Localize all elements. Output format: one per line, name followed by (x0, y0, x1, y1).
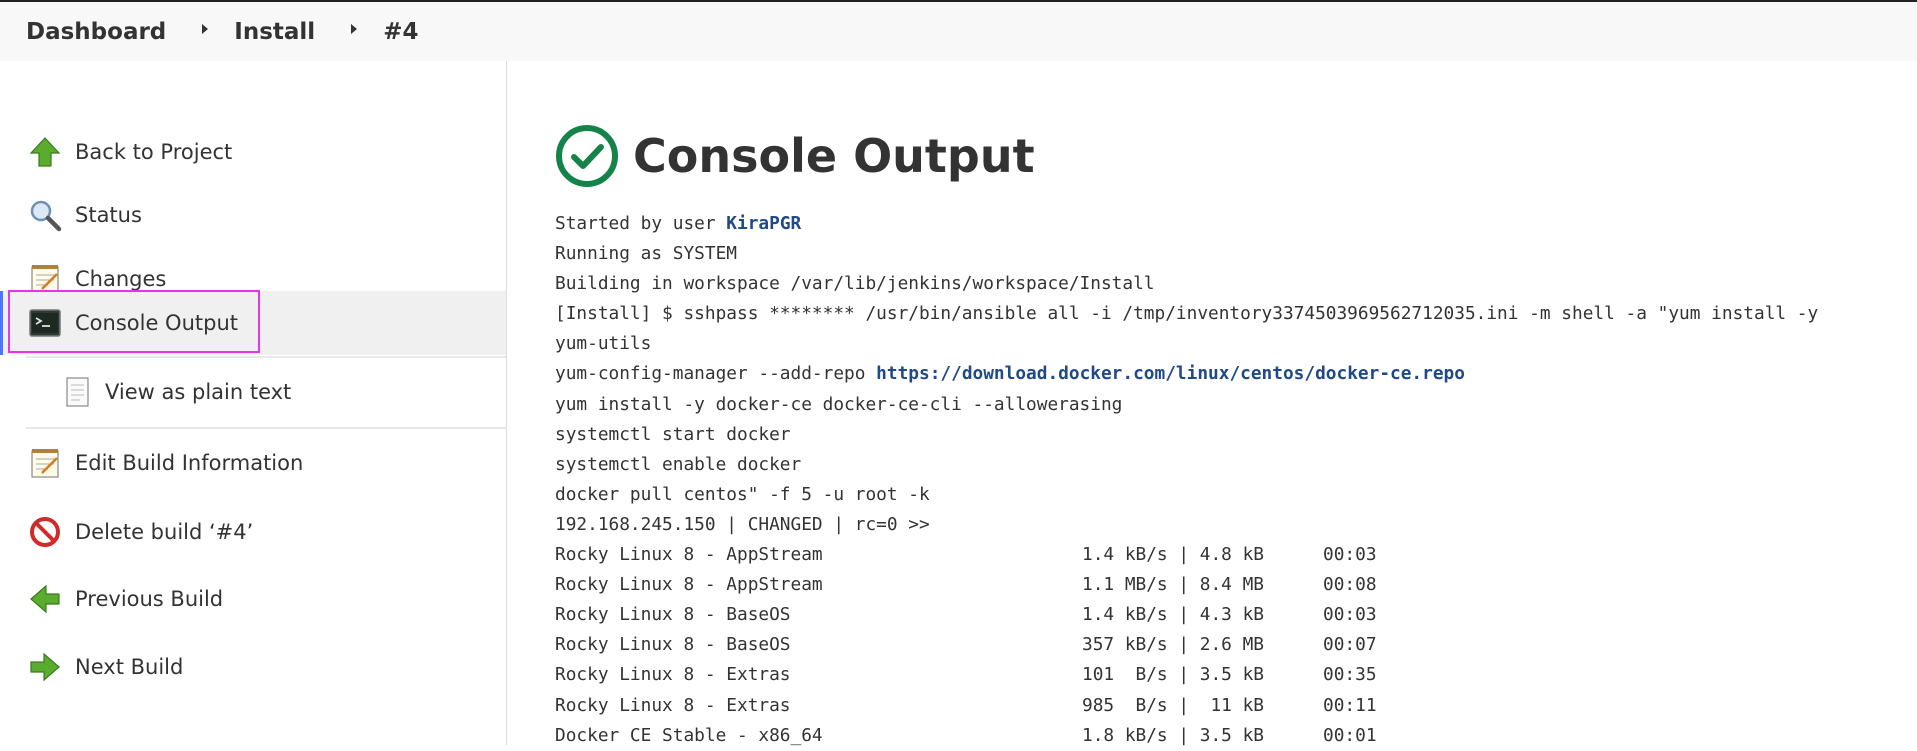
download-line: Rocky Linux 8 - AppStream 1.4 kB/s | 4.8 … (555, 540, 1818, 570)
no-entry-icon (30, 517, 60, 547)
download-repo-name: Rocky Linux 8 - AppStream (555, 544, 823, 566)
breadcrumb-build-4[interactable]: #4 (383, 19, 418, 45)
success-check-icon (556, 125, 618, 187)
sidebar-item-label: Delete build ‘#4’ (75, 520, 254, 544)
user-link[interactable]: KiraPGR (726, 213, 801, 234)
console-line: systemctl start docker (555, 423, 791, 445)
active-indicator (0, 291, 3, 355)
sidebar-item-label: Edit Build Information (75, 451, 304, 475)
breadcrumb-install[interactable]: Install (234, 19, 315, 45)
right-arrow-icon (30, 652, 60, 682)
sidebar: Back to Project Status Changes Console O… (0, 61, 507, 745)
page-heading: Console Output (555, 124, 1035, 188)
console-text: Started by user (555, 213, 727, 234)
sidebar-item-back-to-project[interactable]: Back to Project (0, 120, 506, 184)
download-repo-name: Rocky Linux 8 - AppStream (555, 574, 823, 596)
console-line: docker pull centos" -f 5 -u root -k (555, 483, 930, 505)
breadcrumb-dashboard[interactable]: Dashboard (26, 19, 166, 45)
download-rate: 1.4 kB/s | 4.3 kB (1082, 604, 1264, 626)
sidebar-item-next-build[interactable]: Next Build (0, 635, 506, 699)
left-arrow-icon (30, 584, 60, 614)
download-repo-name: Rocky Linux 8 - Extras (555, 694, 791, 716)
console-output: Started by user KiraPGR Running as SYSTEM… (555, 209, 1818, 751)
sidebar-item-label: Changes (75, 267, 167, 291)
sidebar-item-label: View as plain text (105, 380, 292, 404)
console-line: Building in workspace /var/lib/jenkins/w… (555, 273, 1155, 295)
breadcrumb-chevron-icon[interactable] (351, 23, 358, 34)
download-repo-name: Rocky Linux 8 - BaseOS (555, 634, 791, 656)
download-line: Rocky Linux 8 - Extras 985 B/s | 11 kB 00:… (555, 691, 1818, 721)
console-line: yum-utils (555, 333, 652, 355)
console-line: 192.168.245.150 | CHANGED | rc=0 >> (555, 513, 930, 535)
download-repo-name: Rocky Linux 8 - BaseOS (555, 604, 791, 626)
divider (26, 427, 506, 429)
download-time: 00:08 (1323, 574, 1377, 596)
sidebar-item-console-output[interactable]: Console Output (0, 291, 506, 355)
main-content: Console Output Started by user KiraPGR Ru… (507, 61, 1917, 746)
download-rate: 101 B/s | 3.5 kB (1082, 664, 1264, 686)
console-line: systemctl enable docker (555, 453, 802, 475)
sidebar-item-previous-build[interactable]: Previous Build (0, 567, 506, 631)
download-time: 00:01 (1323, 724, 1377, 746)
console-line: Started by user KiraPGR (555, 209, 1818, 239)
repo-link[interactable]: https://download.docker.com/linux/centos… (876, 363, 1465, 384)
download-rate: 1.1 MB/s | 8.4 MB (1082, 574, 1264, 596)
download-line: Rocky Linux 8 - AppStream 1.1 MB/s | 8.4 … (555, 570, 1818, 600)
sidebar-item-label: Next Build (75, 655, 184, 679)
console-text: yum-config-manager --add-repo (555, 363, 877, 385)
console-line: yum-config-manager --add-repo https://do… (555, 359, 1818, 389)
sidebar-item-status[interactable]: Status (0, 183, 506, 247)
sidebar-item-label: Previous Build (75, 587, 224, 611)
download-repo-name: Rocky Linux 8 - Extras (555, 664, 791, 686)
download-line: Docker CE Stable - x86_64 1.8 kB/s | 3.5 … (555, 721, 1818, 751)
download-time: 00:11 (1323, 694, 1377, 716)
download-time: 00:03 (1323, 604, 1377, 626)
console-line: [Install] $ sshpass ******** /usr/bin/an… (555, 303, 1819, 325)
download-time: 00:03 (1323, 544, 1377, 566)
download-time: 00:35 (1323, 664, 1377, 686)
sidebar-item-label: Status (75, 203, 142, 227)
download-line: Rocky Linux 8 - BaseOS 1.4 kB/s | 4.3 kB 0… (555, 600, 1818, 630)
sidebar-item-label: Console Output (75, 311, 238, 335)
download-rate: 985 B/s | 11 kB (1082, 694, 1264, 716)
download-time: 00:07 (1323, 634, 1377, 656)
sidebar-item-view-as-plain-text[interactable]: View as plain text (0, 360, 506, 424)
document-icon (66, 377, 89, 407)
download-rate: 1.4 kB/s | 4.8 kB (1082, 544, 1264, 566)
sidebar-item-edit-build-information[interactable]: Edit Build Information (0, 431, 506, 495)
download-rate: 357 kB/s | 2.6 MB (1082, 634, 1264, 656)
up-arrow-icon (29, 137, 61, 167)
breadcrumb: Dashboard Install #4 (0, 2, 1917, 61)
divider (26, 356, 506, 358)
breadcrumb-chevron-icon[interactable] (202, 23, 209, 34)
download-lines: Rocky Linux 8 - AppStream 1.4 kB/s | 4.8 … (555, 540, 1818, 751)
sidebar-item-delete-build[interactable]: Delete build ‘#4’ (0, 500, 506, 564)
download-line: Rocky Linux 8 - Extras 101 B/s | 3.5 kB 00… (555, 660, 1818, 690)
download-line: Rocky Linux 8 - BaseOS 357 kB/s | 2.6 MB 0… (555, 630, 1818, 660)
magnifier-icon (30, 200, 62, 232)
console-line: yum install -y docker-ce docker-ce-cli -… (555, 393, 1123, 415)
notepad-icon (31, 449, 59, 478)
terminal-icon (29, 309, 61, 337)
download-rate: 1.8 kB/s | 3.5 kB (1082, 724, 1264, 746)
sidebar-item-label: Back to Project (75, 140, 233, 164)
console-line: Running as SYSTEM (555, 243, 737, 265)
page-title: Console Output (633, 129, 1035, 183)
download-repo-name: Docker CE Stable - x86_64 (555, 724, 823, 746)
